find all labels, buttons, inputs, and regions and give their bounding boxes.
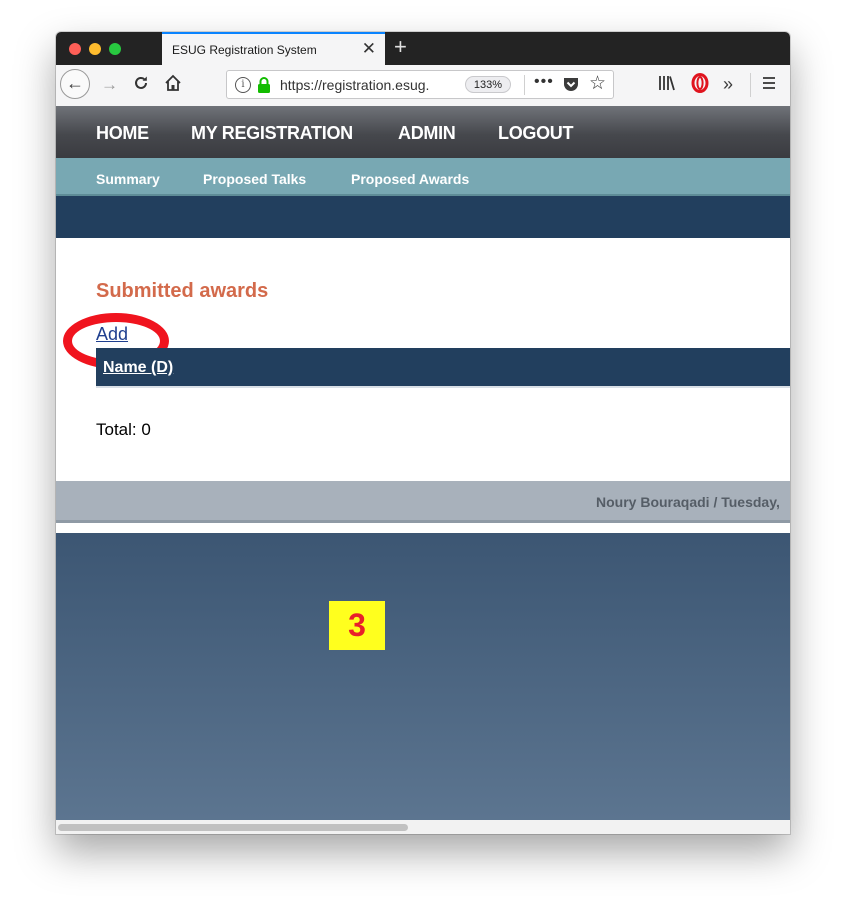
lock-icon[interactable] <box>257 77 271 98</box>
browser-window: ESUG Registration System ✕ + ← → i https… <box>56 32 790 834</box>
subnav-summary-link[interactable]: Summary <box>96 171 160 187</box>
add-award-link[interactable]: Add <box>96 324 128 345</box>
back-arrow-icon[interactable]: ← <box>60 69 90 99</box>
new-tab-icon[interactable]: + <box>394 36 407 58</box>
sub-navigation: Summary Proposed Talks Proposed Awards <box>56 158 790 196</box>
tab-close-icon[interactable]: ✕ <box>362 40 376 57</box>
main-content: Submitted awards Add Name (D) Total: 0 <box>56 238 790 481</box>
overflow-chevron-icon[interactable]: » <box>723 74 733 94</box>
tab-title: ESUG Registration System <box>172 43 317 57</box>
menu-hamburger-icon[interactable] <box>762 75 776 95</box>
page-footer: Noury Bouraqadi / Tuesday, <box>56 481 790 523</box>
nav-my-registration-link[interactable]: MY REGISTRATION <box>191 123 353 144</box>
step-number-badge: 3 <box>329 601 385 650</box>
nav-admin-link[interactable]: ADMIN <box>398 123 456 144</box>
opera-icon[interactable] <box>691 73 709 98</box>
nav-logout-link[interactable]: LOGOUT <box>498 123 574 144</box>
browser-toolbar: ← → i https://registration.esug.org 133%… <box>56 65 790 107</box>
browser-tab[interactable]: ESUG Registration System ✕ <box>162 32 385 65</box>
horizontal-scrollbar[interactable] <box>56 820 790 834</box>
page-background <box>56 533 790 820</box>
main-navigation: HOME MY REGISTRATION ADMIN LOGOUT <box>56 106 790 158</box>
header-band <box>56 196 790 238</box>
info-icon[interactable]: i <box>235 77 251 93</box>
bookmark-star-icon[interactable]: ☆ <box>589 72 606 95</box>
more-actions-icon[interactable]: ••• <box>534 73 554 91</box>
table-header: Name (D) <box>96 348 790 388</box>
name-column-sort-link[interactable]: Name (D) <box>103 359 173 377</box>
subnav-proposed-talks-link[interactable]: Proposed Talks <box>203 171 306 187</box>
zoom-window-button[interactable] <box>109 43 121 55</box>
library-icon[interactable] <box>658 75 676 97</box>
close-window-button[interactable] <box>69 43 81 55</box>
tab-bar: ESUG Registration System ✕ + <box>56 32 790 65</box>
divider <box>750 73 751 97</box>
total-count: Total: 0 <box>96 420 151 439</box>
nav-home-link[interactable]: HOME <box>96 123 149 144</box>
minimize-window-button[interactable] <box>89 43 101 55</box>
footer-text: Noury Bouraqadi / Tuesday, <box>596 494 780 510</box>
zoom-level-badge[interactable]: 133% <box>465 76 511 93</box>
reload-icon[interactable] <box>132 74 150 97</box>
scrollbar-thumb[interactable] <box>58 824 408 831</box>
divider <box>524 75 525 95</box>
home-icon[interactable] <box>164 74 182 97</box>
address-bar[interactable]: i https://registration.esug.org 133% •••… <box>226 70 614 99</box>
subnav-proposed-awards-link[interactable]: Proposed Awards <box>351 171 469 187</box>
forward-arrow-icon[interactable]: → <box>101 75 118 95</box>
page-title: Submitted awards <box>96 280 269 302</box>
url-text[interactable]: https://registration.esug.org <box>280 77 430 93</box>
pocket-icon[interactable] <box>563 77 579 97</box>
web-page: HOME MY REGISTRATION ADMIN LOGOUT Summar… <box>56 106 790 820</box>
